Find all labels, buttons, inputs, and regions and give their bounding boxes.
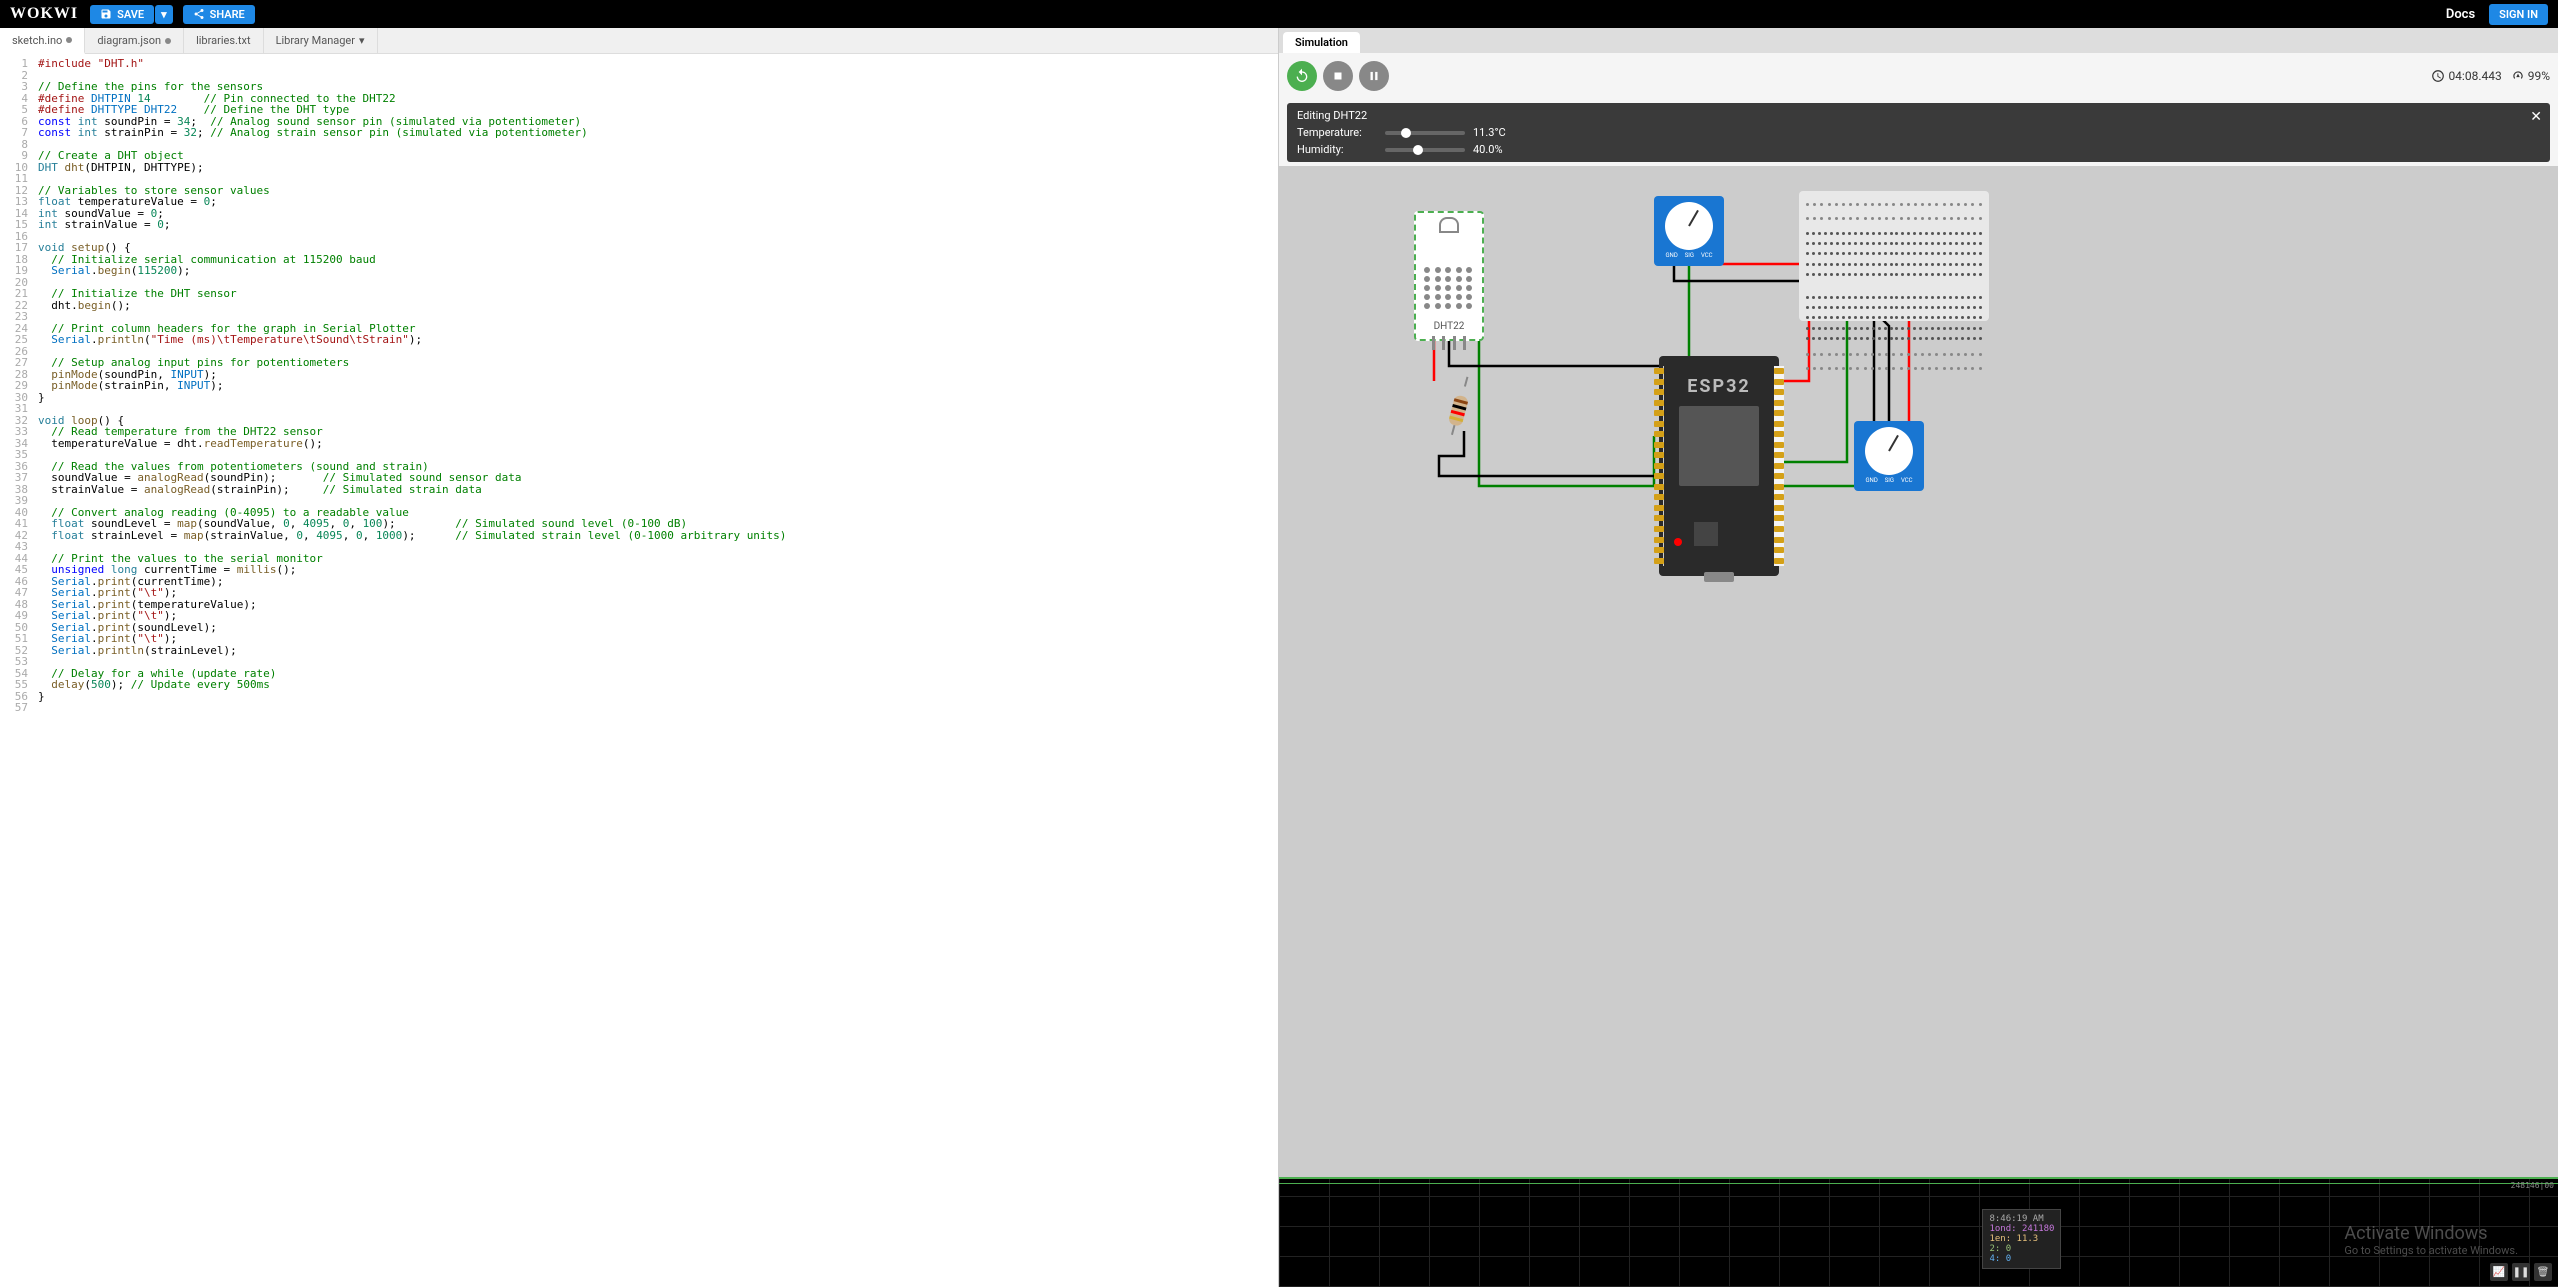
gauge-icon: [2511, 69, 2525, 83]
editor-panel: sketch.inodiagram.jsonlibraries.txtLibra…: [0, 28, 1279, 1287]
dht22-component[interactable]: DHT22: [1414, 211, 1484, 341]
plot-range: 248146|00: [2511, 1181, 2554, 1190]
sim-toolbar: 04:08.443 99%: [1279, 53, 2558, 99]
temperature-slider[interactable]: [1385, 131, 1465, 135]
logo[interactable]: WOKWI: [10, 5, 78, 23]
tab-Library-Manager[interactable]: Library Manager ▾: [264, 28, 378, 53]
tab-sketch-ino[interactable]: sketch.ino: [0, 28, 85, 54]
save-dropdown-button[interactable]: ▾: [155, 5, 173, 24]
temperature-label: Temperature:: [1297, 126, 1377, 139]
temperature-value: 11.3°C: [1473, 126, 1506, 139]
clock-icon: [2431, 69, 2445, 83]
plot-chart-icon[interactable]: 📈: [2490, 1263, 2508, 1281]
plot-clear-button[interactable]: 🗑: [2534, 1263, 2552, 1281]
stop-icon: [1331, 69, 1345, 83]
tab-simulation[interactable]: Simulation: [1283, 32, 1360, 53]
windows-watermark: Activate Windows Go to Settings to activ…: [2344, 1223, 2518, 1257]
pause-button[interactable]: [1359, 61, 1389, 91]
sim-time: 04:08.443 99%: [2431, 69, 2550, 83]
dht22-label: DHT22: [1416, 321, 1482, 332]
share-button[interactable]: SHARE: [183, 5, 255, 24]
potentiometer-2[interactable]: GNDSIGVCC: [1854, 421, 1924, 491]
humidity-value: 40.0%: [1473, 143, 1503, 156]
sim-tabs: Simulation: [1279, 28, 2558, 53]
pot2-dial[interactable]: [1865, 427, 1913, 475]
pause-icon: [1367, 69, 1381, 83]
panel-title: Editing DHT22: [1297, 109, 2540, 122]
editor-tabs: sketch.inodiagram.jsonlibraries.txtLibra…: [0, 28, 1278, 54]
dht-edit-panel: ✕ Editing DHT22 Temperature: 11.3°C Humi…: [1287, 103, 2550, 162]
docs-link[interactable]: Docs: [2446, 7, 2475, 22]
code-editor[interactable]: 1#include "DHT.h"23// Define the pins fo…: [0, 54, 1278, 1287]
restart-icon: [1294, 68, 1310, 84]
serial-plotter: 248146|00 8:46:19 AM 1ond: 2411801en: 11…: [1279, 1177, 2558, 1287]
close-icon[interactable]: ✕: [2530, 109, 2542, 125]
sign-in-button[interactable]: SIGN IN: [2489, 4, 2548, 25]
share-icon: [193, 8, 205, 20]
plot-pause-button[interactable]: ❚❚: [2512, 1263, 2530, 1281]
simulation-canvas[interactable]: DHT22 GNDSIGVCC GNDSIGVCC: [1279, 166, 2558, 1177]
simulation-panel: Simulation 04:08.443 99% ✕ Editing DHT22: [1279, 28, 2558, 1287]
app-header: WOKWI SAVE ▾ SHARE Docs SIGN IN: [0, 0, 2558, 28]
plot-area[interactable]: 248146|00 8:46:19 AM 1ond: 2411801en: 11…: [1279, 1179, 2558, 1287]
save-button[interactable]: SAVE: [90, 5, 154, 24]
tab-libraries-txt[interactable]: libraries.txt: [184, 28, 264, 53]
resistor-component[interactable]: [1448, 375, 1474, 427]
breadboard-component[interactable]: [1799, 191, 1989, 321]
stop-button[interactable]: [1323, 61, 1353, 91]
humidity-label: Humidity:: [1297, 143, 1377, 156]
esp32-component[interactable]: ESP32: [1659, 356, 1779, 576]
save-icon: [100, 8, 112, 20]
pot1-dial[interactable]: [1665, 202, 1713, 250]
esp32-label: ESP32: [1659, 356, 1779, 397]
tab-diagram-json[interactable]: diagram.json: [85, 28, 184, 53]
restart-button[interactable]: [1287, 61, 1317, 91]
plot-tooltip: 8:46:19 AM 1ond: 2411801en: 11.32: 04: 0: [1982, 1209, 2061, 1269]
humidity-slider[interactable]: [1385, 148, 1465, 152]
potentiometer-1[interactable]: GNDSIGVCC: [1654, 196, 1724, 266]
